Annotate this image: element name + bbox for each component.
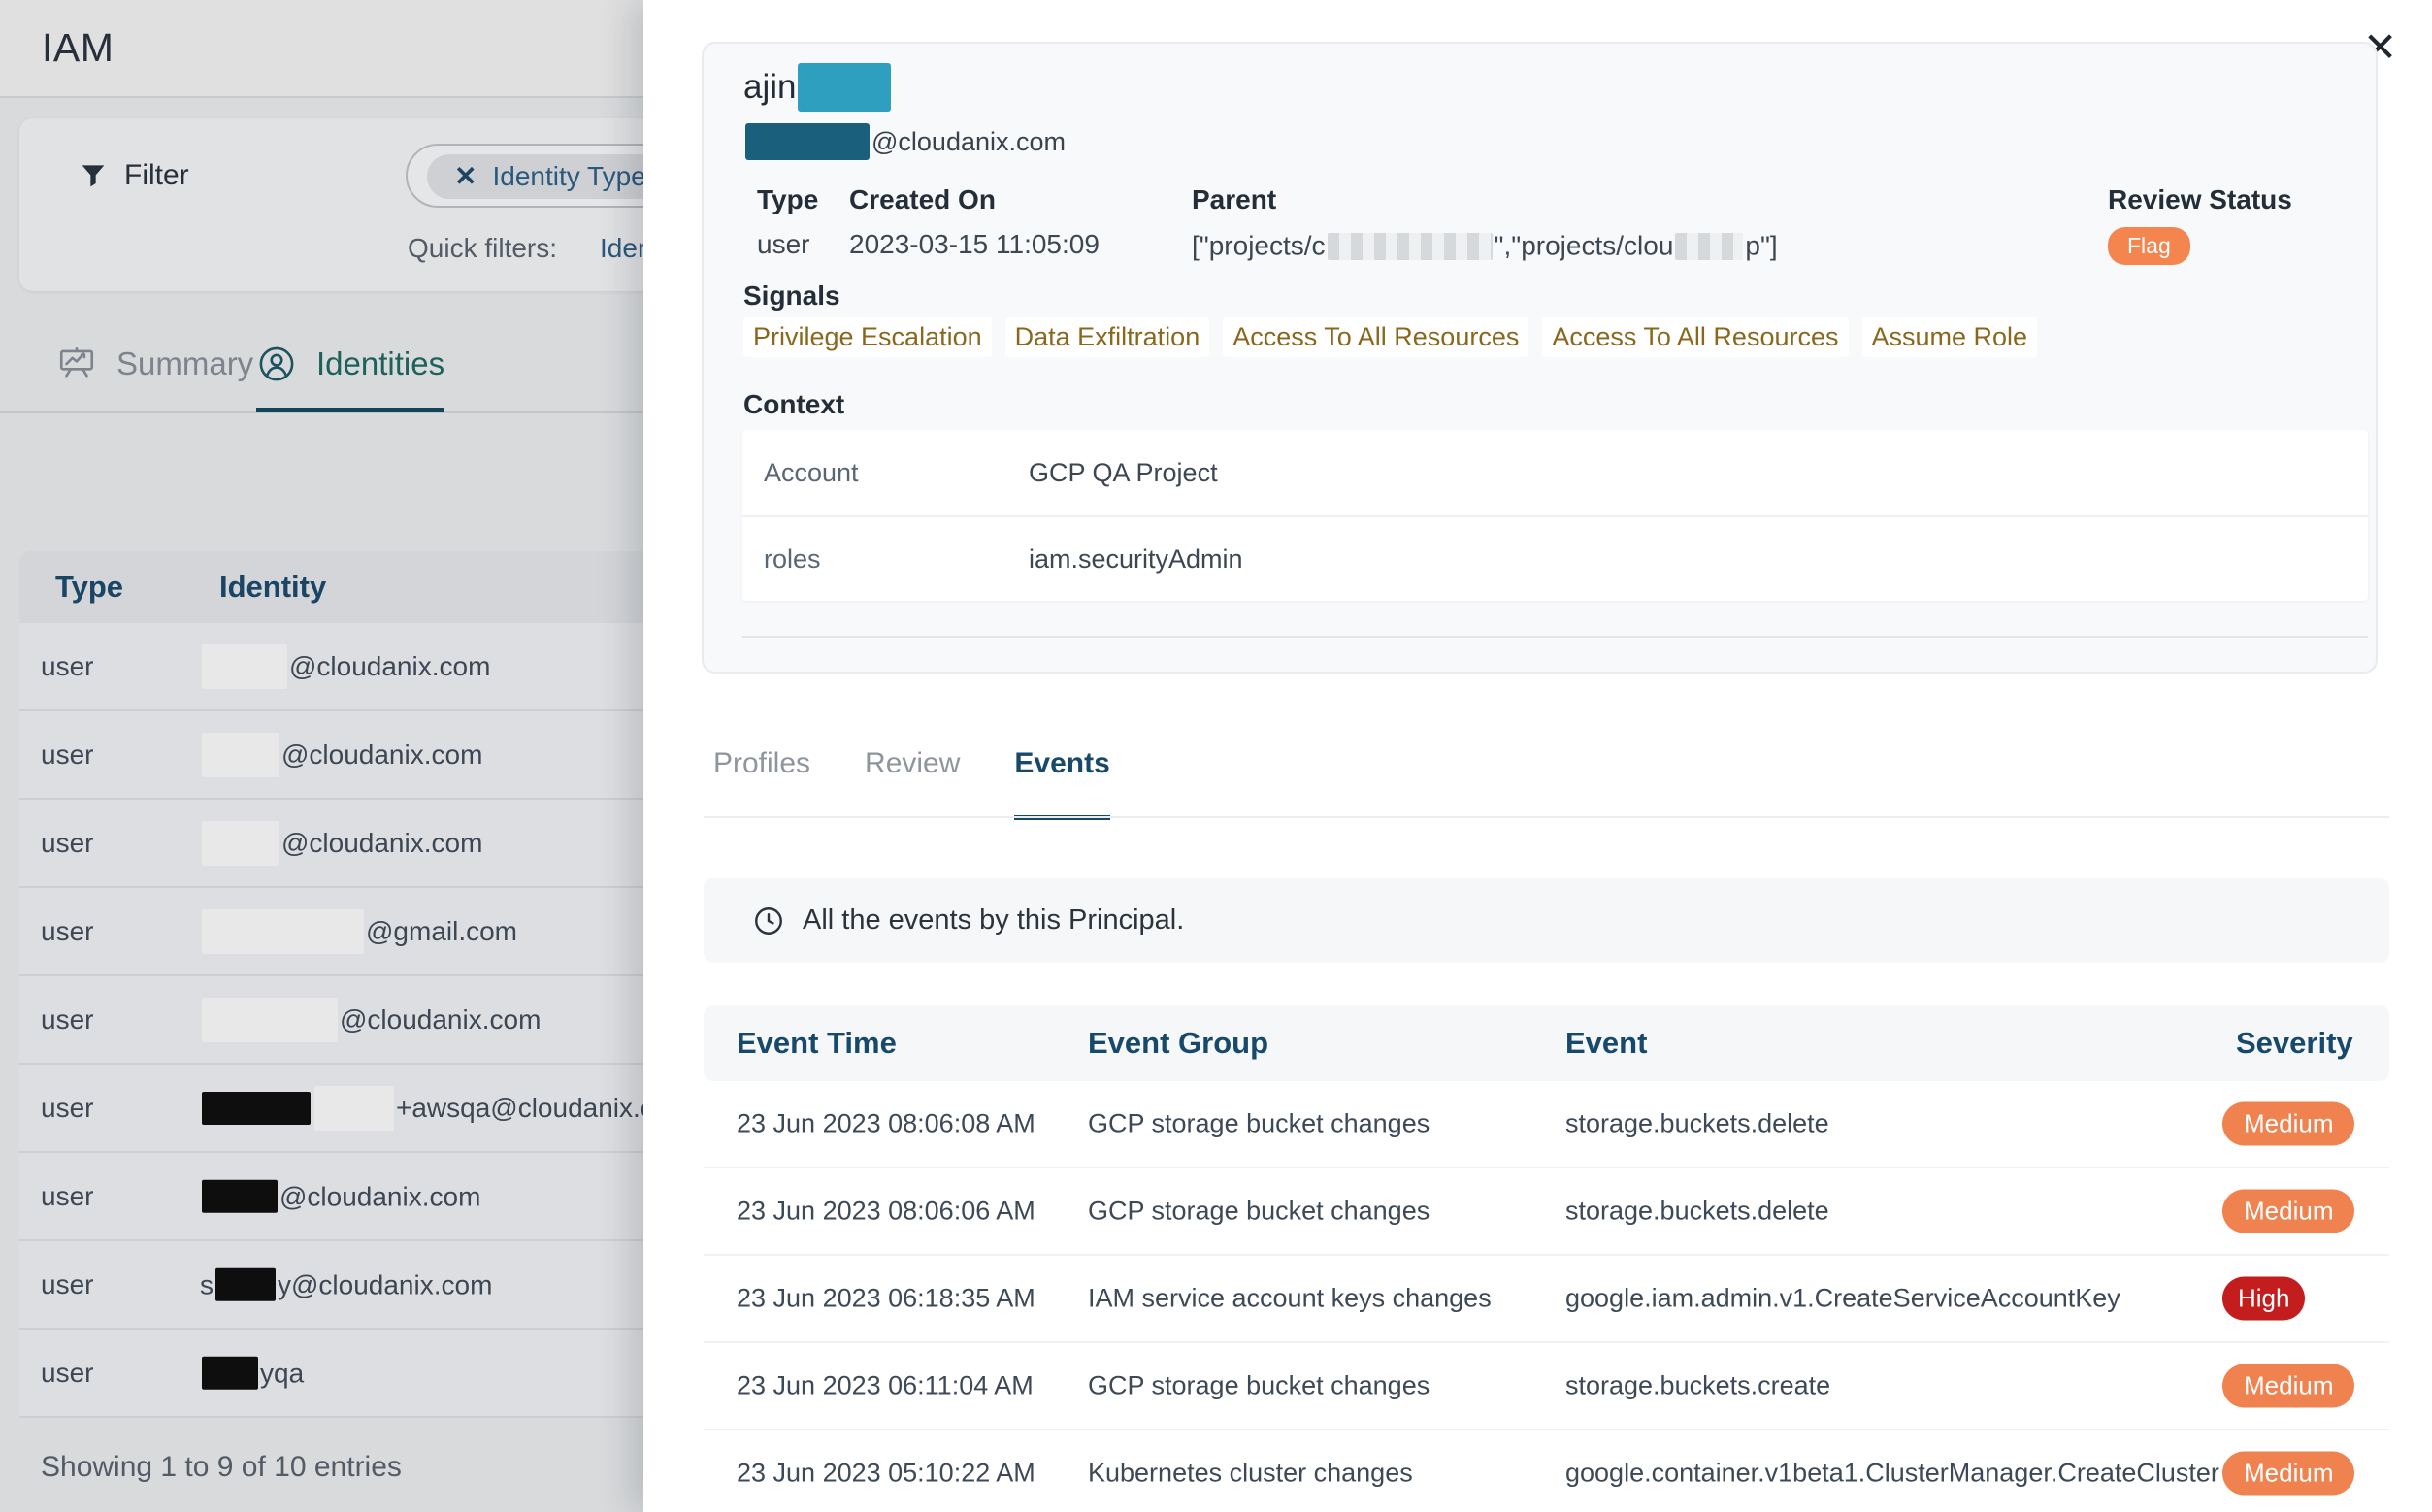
- redacted-identity-text: @cloudanix.com: [871, 127, 1066, 157]
- column-header-severity: Severity: [2236, 1026, 2353, 1061]
- column-header-event-time: Event Time: [737, 1026, 897, 1061]
- field-parent-label: Parent: [1192, 184, 1778, 215]
- identity-summary-card: ajin @cloudanix.com Type user Created On…: [702, 42, 2378, 674]
- event-group-cell: GCP storage bucket changes: [1088, 1109, 1430, 1139]
- context-label: Context: [743, 389, 844, 420]
- signal-chip: Access To All Resources: [1542, 317, 1848, 357]
- signal-chip: Data Exfiltration: [1005, 317, 1210, 357]
- detail-tabs: Profiles Review Events: [713, 747, 1110, 820]
- event-name-cell: google.container.v1beta1.ClusterManager.…: [1565, 1459, 2219, 1489]
- redaction-blur-block: [1675, 233, 1743, 260]
- context-value: GCP QA Project: [1029, 458, 1218, 488]
- field-parent: Parent ["projects/c ","projects/clou p"]: [1192, 184, 1778, 262]
- event-group-cell: Kubernetes cluster changes: [1088, 1459, 1413, 1489]
- modal-backdrop[interactable]: [0, 0, 643, 1512]
- clock-icon: [752, 904, 785, 937]
- events-table-body: 23 Jun 2023 08:06:08 AM GCP storage bucke…: [704, 1081, 2389, 1512]
- event-table-row: 23 Jun 2023 05:10:22 AM Kubernetes cluste…: [704, 1430, 2389, 1512]
- event-time-cell: 23 Jun 2023 08:06:06 AM: [737, 1197, 1035, 1227]
- severity-badge: Medium: [2222, 1364, 2354, 1408]
- column-header-event: Event: [1565, 1026, 1647, 1061]
- field-created-on: Created On 2023-03-15 11:05:09: [849, 184, 1100, 260]
- redacted-identity-text: ","projects/clou: [1495, 231, 1674, 261]
- field-type-label: Type: [757, 184, 818, 215]
- event-time-cell: 23 Jun 2023 06:11:04 AM: [737, 1371, 1034, 1401]
- card-divider: [742, 636, 2368, 638]
- context-row-account: Account GCP QA Project: [742, 430, 2368, 515]
- severity-badge: High: [2222, 1277, 2305, 1321]
- events-banner: All the events by this Principal.: [704, 878, 2389, 963]
- signal-chip: Privilege Escalation: [743, 317, 992, 357]
- identity-detail-drawer: ✕ ajin @cloudanix.com Type user Created …: [643, 0, 2432, 1512]
- event-time-cell: 23 Jun 2023 05:10:22 AM: [737, 1459, 1035, 1489]
- event-name-cell: storage.buckets.delete: [1565, 1109, 1829, 1139]
- event-name-cell: storage.buckets.delete: [1565, 1197, 1829, 1227]
- tab-profiles[interactable]: Profiles: [713, 747, 810, 820]
- field-review-status: Review Status Flag: [2108, 184, 2292, 265]
- events-table: Event Time Event Group Event Severity 23…: [704, 1005, 2389, 1512]
- redacted-identity-text: p"]: [1745, 231, 1777, 261]
- identity-name: ajin: [743, 63, 893, 112]
- event-table-row: 23 Jun 2023 06:18:35 AM IAM service accou…: [704, 1256, 2389, 1343]
- redaction-darkteal-block: [745, 123, 870, 160]
- review-status-flag-badge: Flag: [2108, 227, 2190, 265]
- signals-chip-row: Privilege Escalation Data Exfiltration Acc…: [743, 317, 2037, 357]
- field-type-value: user: [757, 229, 818, 260]
- signal-chip: Assume Role: [1862, 317, 2038, 357]
- field-created-on-value: 2023-03-15 11:05:09: [849, 229, 1100, 260]
- iam-page: IAM Filter ✕ Identity Type: Us Quick fil…: [0, 0, 2432, 1512]
- redaction-teal-block: [798, 63, 891, 112]
- context-row-roles: roles iam.securityAdmin: [742, 515, 2368, 601]
- event-name-cell: storage.buckets.create: [1565, 1371, 1830, 1401]
- signals-label: Signals: [743, 280, 840, 312]
- tab-events[interactable]: Events: [1014, 747, 1109, 820]
- event-name-cell: google.iam.admin.v1.CreateServiceAccount…: [1565, 1284, 2120, 1314]
- events-table-header: Event Time Event Group Event Severity: [704, 1005, 2389, 1081]
- severity-badge: Medium: [2222, 1452, 2354, 1496]
- context-key: roles: [742, 544, 1029, 575]
- event-group-cell: GCP storage bucket changes: [1088, 1197, 1430, 1227]
- events-banner-text: All the events by this Principal.: [803, 904, 1184, 937]
- event-table-row: 23 Jun 2023 06:11:04 AM GCP storage bucke…: [704, 1343, 2389, 1430]
- tab-review[interactable]: Review: [865, 747, 960, 820]
- redaction-blur-block: [1328, 233, 1493, 260]
- context-key: Account: [742, 458, 1029, 488]
- redacted-identity-text: ["projects/c: [1192, 231, 1326, 261]
- event-time-cell: 23 Jun 2023 08:06:08 AM: [737, 1109, 1035, 1139]
- signal-chip: Access To All Resources: [1223, 317, 1528, 357]
- context-panel: Account GCP QA Project roles iam.securit…: [742, 430, 2368, 601]
- event-group-cell: GCP storage bucket changes: [1088, 1371, 1430, 1401]
- identity-email: @cloudanix.com: [743, 123, 1066, 160]
- event-group-cell: IAM service account keys changes: [1088, 1284, 1492, 1314]
- field-parent-value: ["projects/c ","projects/clou p"]: [1192, 229, 1778, 262]
- event-table-row: 23 Jun 2023 08:06:06 AM GCP storage bucke…: [704, 1168, 2389, 1256]
- redacted-identity-text: ajin: [743, 68, 796, 107]
- severity-badge: Medium: [2222, 1102, 2354, 1146]
- context-value: iam.securityAdmin: [1029, 544, 1243, 575]
- field-type: Type user: [757, 184, 818, 260]
- event-time-cell: 23 Jun 2023 06:18:35 AM: [737, 1284, 1035, 1314]
- column-header-event-group: Event Group: [1088, 1026, 1268, 1061]
- field-created-on-label: Created On: [849, 184, 1100, 215]
- event-table-row: 23 Jun 2023 08:06:08 AM GCP storage bucke…: [704, 1081, 2389, 1168]
- tabs-divider: [704, 816, 2389, 818]
- severity-badge: Medium: [2222, 1190, 2354, 1233]
- field-review-status-label: Review Status: [2108, 184, 2292, 215]
